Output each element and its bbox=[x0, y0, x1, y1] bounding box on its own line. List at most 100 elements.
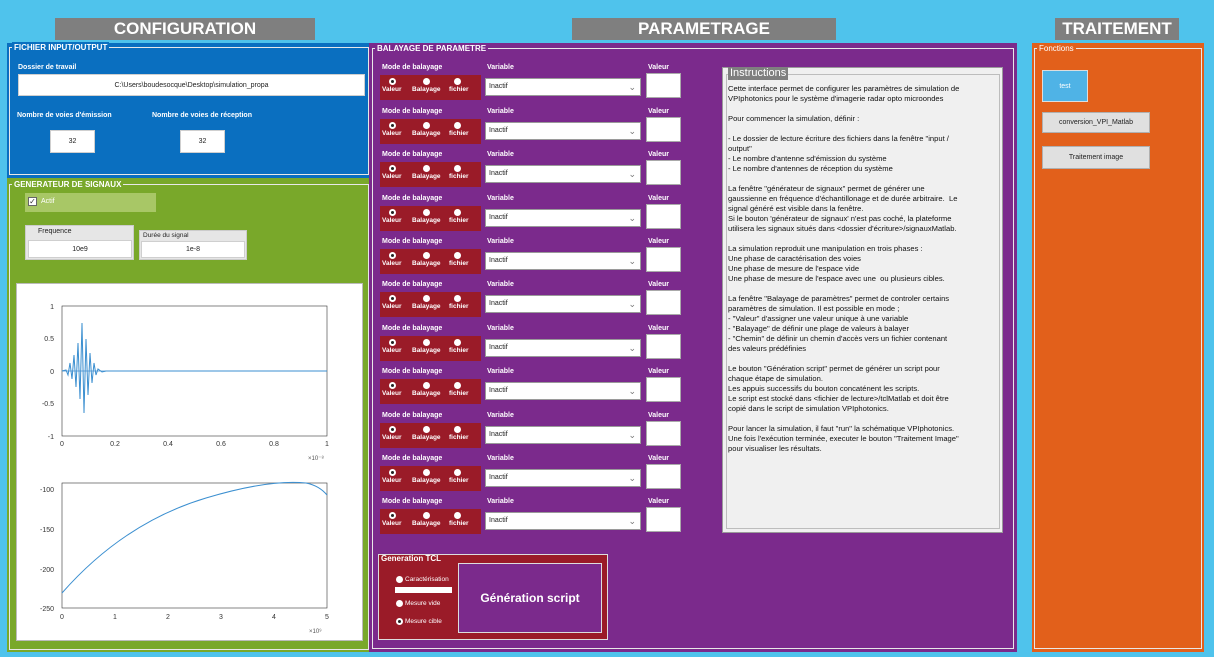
actif-checkbox-area[interactable]: ✓ Actif bbox=[25, 193, 156, 212]
reception-input[interactable]: 32 bbox=[180, 130, 225, 153]
radio-balayage-label: Balayage bbox=[412, 260, 441, 267]
generation-script-button[interactable]: Génération script bbox=[458, 563, 602, 633]
checkbox-icon[interactable]: ✓ bbox=[28, 197, 37, 206]
variable-select[interactable]: Inactif ⌄ bbox=[485, 165, 641, 183]
radio-fichier[interactable] bbox=[454, 252, 461, 259]
radio-valeur-label: Valeur bbox=[382, 303, 402, 310]
radio-balayage[interactable] bbox=[423, 252, 430, 259]
valeur-input[interactable] bbox=[646, 334, 681, 359]
radio-balayage-label: Balayage bbox=[412, 520, 441, 527]
radio-balayage[interactable] bbox=[423, 209, 430, 216]
valeur-input[interactable] bbox=[646, 377, 681, 402]
radio-balayage[interactable] bbox=[423, 382, 430, 389]
valeur-input[interactable] bbox=[646, 160, 681, 185]
traitement-image-button[interactable]: Traitement image bbox=[1042, 146, 1150, 169]
radio-valeur[interactable] bbox=[389, 382, 396, 389]
conversion-vpi-matlab-button[interactable]: conversion_VPI_Matlab bbox=[1042, 112, 1150, 133]
radio-balayage[interactable] bbox=[423, 165, 430, 172]
variable-select-value: Inactif bbox=[489, 214, 508, 221]
valeur-input[interactable] bbox=[646, 73, 681, 98]
duree-input[interactable]: 1e-8 bbox=[141, 241, 245, 258]
variable-select[interactable]: Inactif ⌄ bbox=[485, 252, 641, 270]
variable-select[interactable]: Inactif ⌄ bbox=[485, 512, 641, 530]
radio-valeur[interactable] bbox=[389, 78, 396, 85]
radio-valeur[interactable] bbox=[389, 339, 396, 346]
dossier-input[interactable]: C:\Users\boudesocque\Desktop\simulation_… bbox=[18, 74, 365, 96]
sweep-mode-group: Valeur Balayage fichier bbox=[380, 379, 481, 404]
radio-balayage-label: Balayage bbox=[412, 434, 441, 441]
radio-valeur[interactable] bbox=[389, 209, 396, 216]
plot2-ytick-4: -250 bbox=[40, 606, 54, 613]
variable-select[interactable]: Inactif ⌄ bbox=[485, 78, 641, 96]
traitement-header: TRAITEMENT bbox=[1055, 18, 1179, 40]
radio-valeur[interactable] bbox=[389, 252, 396, 259]
radio-balayage[interactable] bbox=[423, 512, 430, 519]
mode-label: Mode de balayage bbox=[382, 64, 443, 71]
radio-balayage[interactable] bbox=[423, 295, 430, 302]
variable-select[interactable]: Inactif ⌄ bbox=[485, 295, 641, 313]
variable-select[interactable]: Inactif ⌄ bbox=[485, 382, 641, 400]
radio-valeur[interactable] bbox=[389, 469, 396, 476]
variable-select[interactable]: Inactif ⌄ bbox=[485, 426, 641, 444]
radio-valeur[interactable] bbox=[389, 512, 396, 519]
radio-fichier-label: fichier bbox=[449, 434, 469, 441]
variable-select[interactable]: Inactif ⌄ bbox=[485, 339, 641, 357]
valeur-input[interactable] bbox=[646, 204, 681, 229]
radio-fichier[interactable] bbox=[454, 165, 461, 172]
variable-select[interactable]: Inactif ⌄ bbox=[485, 122, 641, 140]
radio-balayage[interactable] bbox=[423, 339, 430, 346]
radio-valeur[interactable] bbox=[389, 165, 396, 172]
plot1-xtick-3: 0.4 bbox=[163, 441, 173, 448]
radio-balayage[interactable] bbox=[423, 78, 430, 85]
fichier-title: FICHIER INPUT/OUTPUT bbox=[12, 42, 110, 53]
radio-fichier[interactable] bbox=[454, 339, 461, 346]
radio-fichier[interactable] bbox=[454, 122, 461, 129]
variable-label: Variable bbox=[487, 368, 514, 375]
radio-balayage-label: Balayage bbox=[412, 130, 441, 137]
emission-input[interactable]: 32 bbox=[50, 130, 95, 153]
sweep-mode-group: Valeur Balayage fichier bbox=[380, 162, 481, 187]
test-button[interactable]: test bbox=[1042, 70, 1088, 102]
valeur-label: Valeur bbox=[648, 151, 670, 158]
radio-valeur[interactable] bbox=[389, 295, 396, 302]
mode-label: Mode de balayage bbox=[382, 238, 443, 245]
valeur-input[interactable] bbox=[646, 290, 681, 315]
tcl-radio-2[interactable] bbox=[396, 600, 403, 607]
variable-select-value: Inactif bbox=[489, 431, 508, 438]
tcl-radio-3[interactable] bbox=[396, 618, 403, 625]
configuration-header: CONFIGURATION bbox=[55, 18, 315, 40]
valeur-input[interactable] bbox=[646, 421, 681, 446]
radio-balayage[interactable] bbox=[423, 426, 430, 433]
valeur-input[interactable] bbox=[646, 247, 681, 272]
radio-fichier[interactable] bbox=[454, 512, 461, 519]
chevron-down-icon: ⌄ bbox=[628, 343, 636, 353]
radio-fichier[interactable] bbox=[454, 469, 461, 476]
radio-fichier[interactable] bbox=[454, 426, 461, 433]
plot2-xtick-6: 5 bbox=[325, 614, 329, 621]
fonctions-panel: Fonctions bbox=[1034, 43, 1202, 649]
radio-fichier[interactable] bbox=[454, 209, 461, 216]
radio-fichier-label: fichier bbox=[449, 217, 469, 224]
radio-fichier[interactable] bbox=[454, 382, 461, 389]
valeur-input[interactable] bbox=[646, 507, 681, 532]
tcl-radio-1[interactable] bbox=[396, 576, 403, 583]
radio-valeur[interactable] bbox=[389, 426, 396, 433]
radio-fichier[interactable] bbox=[454, 295, 461, 302]
sweep-mode-group: Valeur Balayage fichier bbox=[380, 249, 481, 274]
freq-input[interactable]: 10e9 bbox=[28, 240, 132, 258]
radio-fichier[interactable] bbox=[454, 78, 461, 85]
plot1-xtick-6: 1 bbox=[325, 441, 329, 448]
radio-valeur[interactable] bbox=[389, 122, 396, 129]
radio-balayage[interactable] bbox=[423, 122, 430, 129]
variable-select[interactable]: Inactif ⌄ bbox=[485, 469, 641, 487]
plot2-xtick-5: 4 bbox=[272, 614, 276, 621]
valeur-input[interactable] bbox=[646, 464, 681, 489]
variable-select[interactable]: Inactif ⌄ bbox=[485, 209, 641, 227]
tcl-opt1-label: Caractérisation bbox=[405, 576, 449, 583]
chevron-down-icon: ⌄ bbox=[628, 126, 636, 136]
variable-select-value: Inactif bbox=[489, 170, 508, 177]
chevron-down-icon: ⌄ bbox=[628, 386, 636, 396]
variable-label: Variable bbox=[487, 195, 514, 202]
radio-balayage[interactable] bbox=[423, 469, 430, 476]
valeur-input[interactable] bbox=[646, 117, 681, 142]
